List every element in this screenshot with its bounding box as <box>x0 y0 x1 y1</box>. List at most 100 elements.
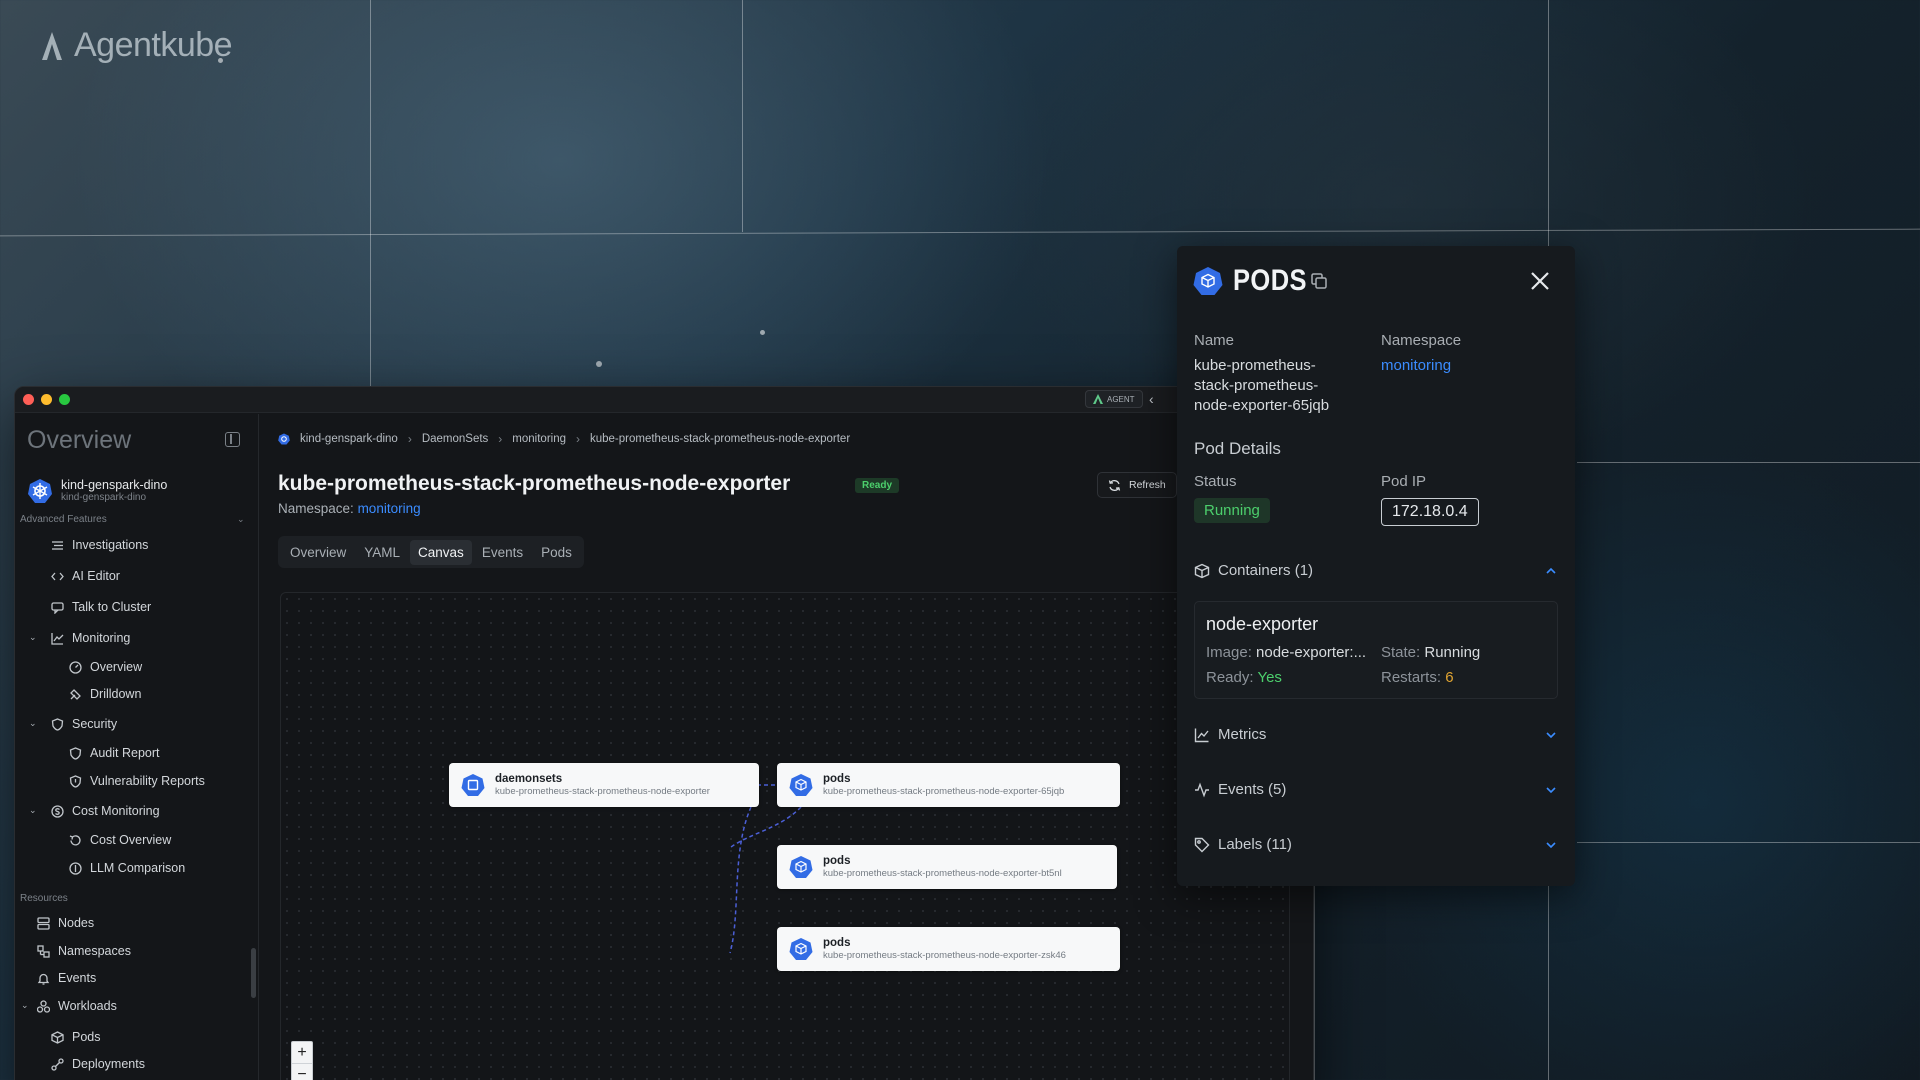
sidebar-item-namespaces[interactable]: Namespaces <box>37 944 131 958</box>
sidebar-item-label: Investigations <box>72 538 149 552</box>
namespace-line: Namespace: monitoring <box>278 501 421 516</box>
refresh-button[interactable]: Refresh <box>1097 472 1177 498</box>
chevron-down-icon[interactable]: ⌄ <box>21 1000 29 1011</box>
bg-line <box>742 0 743 232</box>
containers-accordion[interactable]: Containers (1) <box>1194 562 1558 579</box>
container-name: node-exporter <box>1206 614 1319 634</box>
container-image: Image: node-exporter:... <box>1206 644 1366 661</box>
cluster-name: kind-genspark-dino <box>61 478 168 492</box>
sidebar-item-talk-to-cluster[interactable]: Talk to Cluster <box>51 600 151 614</box>
sidebar-item-label: Nodes <box>58 916 95 930</box>
labels-accordion[interactable]: Labels (11) <box>1194 836 1558 853</box>
sidebar-item-events[interactable]: Events <box>37 971 96 985</box>
page-title: kube-prometheus-stack-prometheus-node-ex… <box>278 472 791 495</box>
labels-label: Labels (11) <box>1218 836 1292 853</box>
sidebar-item-ai-editor[interactable]: AI Editor <box>51 569 120 583</box>
tab-overview[interactable]: Overview <box>282 540 354 565</box>
zoom-out-button[interactable]: − <box>292 1064 312 1080</box>
metrics-accordion[interactable]: Metrics <box>1194 726 1558 743</box>
sidebar-item-monitoring-overview[interactable]: Overview <box>69 660 142 674</box>
bg-line <box>370 0 371 386</box>
chevron-left-icon[interactable]: ‹ <box>1149 392 1154 406</box>
minimize-window-button[interactable] <box>41 394 52 405</box>
bell-icon <box>37 973 50 985</box>
breadcrumb-namespace[interactable]: monitoring <box>512 433 566 445</box>
copy-icon[interactable] <box>1310 272 1328 290</box>
history-icon <box>69 834 81 845</box>
zoom-controls: + − <box>291 1041 313 1080</box>
sidebar-item-deployments[interactable]: Deployments <box>51 1057 145 1071</box>
tab-bar: Overview YAML Canvas Events Pods <box>278 536 584 568</box>
sidebar-scrollbar[interactable] <box>251 948 256 998</box>
dollar-icon <box>51 804 64 818</box>
sidebar-item-label: Talk to Cluster <box>72 600 152 614</box>
resource-canvas[interactable]: daemonsets kube-prometheus-stack-prometh… <box>280 592 1290 1080</box>
namespace-link[interactable]: monitoring <box>1381 356 1451 376</box>
namespace-link[interactable]: monitoring <box>358 501 421 516</box>
sidebar-toggle-icon[interactable] <box>225 432 240 447</box>
dollar-icon <box>69 861 82 875</box>
canvas-node-pod[interactable]: pods kube-prometheus-stack-prometheus-no… <box>777 845 1117 889</box>
kubernetes-icon <box>1193 267 1223 295</box>
sidebar-item-cost-overview[interactable]: Cost Overview <box>69 833 171 847</box>
sidebar-item-label: Pods <box>72 1030 101 1044</box>
sidebar: Overview kind-genspark-dino kind-genspar… <box>15 414 259 1080</box>
chevron-right-icon: › <box>576 432 580 446</box>
sidebar-item-security[interactable]: Security <box>51 717 117 731</box>
breadcrumb-resource-type[interactable]: DaemonSets <box>422 433 488 445</box>
zoom-in-button[interactable]: + <box>292 1042 312 1064</box>
tab-pods[interactable]: Pods <box>533 540 580 565</box>
breadcrumb-cluster[interactable]: kind-genspark-dino <box>300 433 398 445</box>
node-kind: daemonsets <box>495 772 563 785</box>
image-value: node-exporter:... <box>1256 644 1367 661</box>
section-resources: Resources <box>20 893 68 904</box>
canvas-node-pod[interactable]: pods kube-prometheus-stack-prometheus-no… <box>777 763 1120 807</box>
cluster-selector[interactable]: kind-genspark-dino kind-genspark-dino <box>27 478 167 504</box>
pod-name: kube-prometheus- stack-prometheus- node-… <box>1194 356 1329 416</box>
chevron-down-icon <box>1546 841 1556 848</box>
events-accordion[interactable]: Events (5) <box>1194 781 1558 798</box>
sidebar-item-label: Deployments <box>72 1057 145 1071</box>
pod-ip-value: 172.18.0.4 <box>1381 498 1479 526</box>
sidebar-item-cost-monitoring[interactable]: Cost Monitoring <box>51 804 160 818</box>
sidebar-item-drilldown[interactable]: Drilldown <box>69 687 141 701</box>
sidebar-item-workloads[interactable]: Workloads <box>37 999 117 1013</box>
ready-label: Ready: <box>1206 669 1254 686</box>
kubernetes-icon <box>278 433 290 445</box>
chevron-down-icon[interactable]: ⌄ <box>237 514 245 525</box>
chevron-down-icon[interactable]: ⌄ <box>29 805 37 816</box>
sidebar-item-nodes[interactable]: Nodes <box>37 916 94 930</box>
tab-events[interactable]: Events <box>474 540 531 565</box>
close-icon[interactable] <box>1529 270 1551 292</box>
canvas-node-daemonset[interactable]: daemonsets kube-prometheus-stack-prometh… <box>449 763 759 807</box>
close-window-button[interactable] <box>23 394 34 405</box>
sidebar-item-monitoring[interactable]: Monitoring <box>51 631 130 645</box>
server-icon <box>37 916 50 930</box>
state-label: State: <box>1381 644 1421 661</box>
app-window: AGENT ‹ Overview kind-genspark-dino kind… <box>14 386 1314 1080</box>
chevron-down-icon <box>1546 786 1556 793</box>
sidebar-item-vulnerability-reports[interactable]: Vulnerability Reports <box>69 774 205 788</box>
node-name: kube-prometheus-stack-prometheus-node-ex… <box>495 785 710 797</box>
kubernetes-icon <box>789 938 813 960</box>
agent-icon <box>1093 394 1103 404</box>
kubernetes-icon <box>789 774 813 796</box>
sidebar-item-label: AI Editor <box>72 569 120 583</box>
chevron-down-icon[interactable]: ⌄ <box>29 718 37 729</box>
refresh-label: Refresh <box>1129 479 1166 491</box>
breadcrumb-resource: kube-prometheus-stack-prometheus-node-ex… <box>590 433 851 445</box>
canvas-node-pod[interactable]: pods kube-prometheus-stack-prometheus-no… <box>777 927 1120 971</box>
sidebar-item-llm-comparison[interactable]: LLM Comparison <box>69 861 185 875</box>
sidebar-item-investigations[interactable]: Investigations <box>51 538 148 552</box>
tab-yaml[interactable]: YAML <box>356 540 408 565</box>
chevron-down-icon[interactable]: ⌄ <box>29 632 37 643</box>
sidebar-item-label: Events <box>58 971 97 985</box>
sidebar-item-label: LLM Comparison <box>90 861 186 875</box>
sidebar-item-audit-report[interactable]: Audit Report <box>69 746 159 760</box>
tab-canvas[interactable]: Canvas <box>410 539 472 565</box>
agent-button[interactable]: AGENT <box>1085 390 1143 408</box>
shield-icon <box>69 746 82 760</box>
sidebar-item-pods[interactable]: Pods <box>51 1030 101 1044</box>
maximize-window-button[interactable] <box>59 394 70 405</box>
chat-icon <box>51 601 64 614</box>
